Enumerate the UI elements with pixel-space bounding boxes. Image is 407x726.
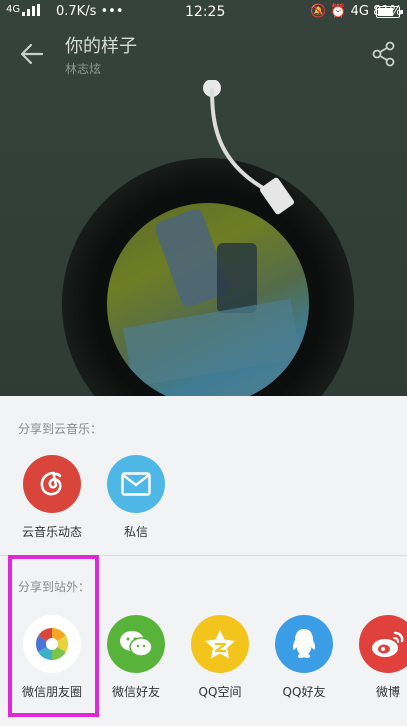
network-speed: 0.7K/s ••• [56,4,124,19]
share-label: 微信好友 [111,685,160,699]
share-label: QQ空间 [198,685,242,699]
battery-icon [376,6,403,18]
status-bar: 4G 0.7K/s ••• 12:25 🔕 ⏰ 4G 81% [0,0,407,24]
network-type: 4G [6,4,21,15]
tonearm-needle [203,80,295,215]
qzone-icon [191,615,249,673]
qq-icon [275,615,333,673]
share-icon[interactable] [370,40,398,68]
share-private-message[interactable]: 私信 [92,455,180,540]
section-label-cloud: 分享到云音乐： [18,422,103,436]
share-label: 云音乐动态 [21,525,82,539]
song-artist: 林志炫 [65,62,102,76]
weibo-icon [359,615,407,673]
share-label: QQ好友 [282,685,326,699]
clock: 12:25 [185,4,226,20]
share-cloud-moments[interactable]: 云音乐动态 [8,455,96,540]
share-weibo[interactable]: 微博 [344,615,407,700]
wechat-icon [107,615,165,673]
album-cover [107,203,309,405]
song-title: 你的样子 [65,36,137,57]
share-wechat-friend[interactable]: 微信好友 [92,615,180,700]
share-label: 微博 [375,685,400,699]
netease-cloud-music-icon [23,455,81,513]
signal-icon [22,4,40,16]
envelope-icon [107,455,165,513]
share-qq-friend[interactable]: QQ好友 [260,615,348,700]
back-arrow-icon[interactable] [18,40,46,68]
selection-highlight [8,555,99,717]
share-qzone[interactable]: QQ空间 [176,615,264,700]
share-label: 私信 [123,525,148,539]
